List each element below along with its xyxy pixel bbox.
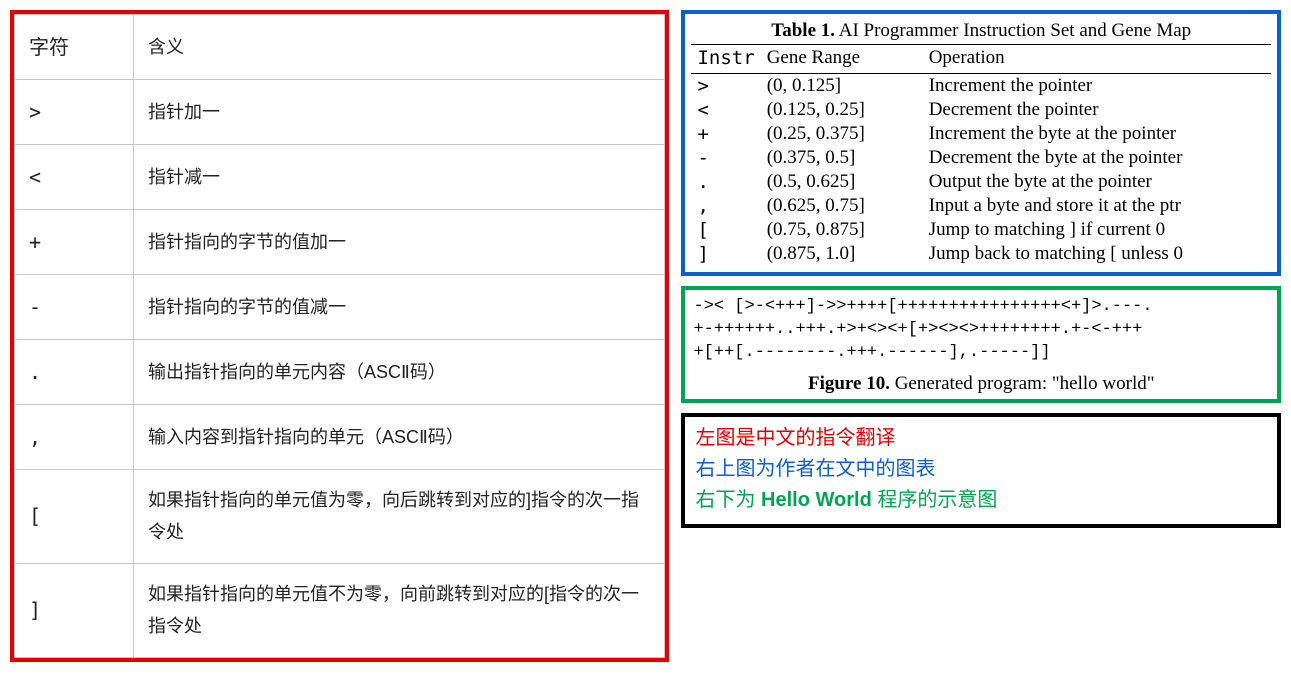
chinese-instruction-table-panel: 字符 含义 >指针加一<指针减一+指针指向的字节的值加一-指针指向的字节的值减一…	[10, 10, 669, 662]
gene-cell-range: (0.75, 0.875]	[761, 218, 923, 242]
legend-panel: 左图是中文的指令翻译 右上图为作者在文中的图表 右下为 Hello World …	[681, 413, 1281, 528]
table-row: ,(0.625, 0.75]Input a byte and store it …	[691, 194, 1271, 218]
gene-cell-op: Decrement the pointer	[923, 98, 1271, 122]
generated-program-caption: Figure 10. Generated program: "hello wor…	[693, 365, 1269, 395]
gene-cell-range: (0.375, 0.5]	[761, 146, 923, 170]
left-cell-symbol: .	[15, 340, 134, 405]
gene-cell-instr: -	[691, 146, 760, 170]
gene-cell-op: Increment the byte at the pointer	[923, 122, 1271, 146]
gene-cell-op: Jump back to matching [ unless 0	[923, 242, 1271, 266]
gene-cell-instr: <	[691, 98, 760, 122]
gene-cell-range: (0.125, 0.25]	[761, 98, 923, 122]
left-cell-symbol: ]	[15, 563, 134, 657]
gene-map-header-instr: Instr	[691, 45, 760, 74]
legend-green-helloworld: Hello World	[761, 489, 872, 511]
legend-green-pre: 右下为	[695, 489, 761, 511]
gene-cell-instr: +	[691, 122, 760, 146]
left-cell-symbol: +	[15, 210, 134, 275]
table-row: <指针减一	[15, 145, 665, 210]
gene-map-caption-rest: AI Programmer Instruction Set and Gene M…	[835, 20, 1191, 41]
gene-cell-instr: .	[691, 170, 760, 194]
legend-line-blue: 右上图为作者在文中的图表	[695, 454, 1267, 485]
gene-cell-op: Increment the pointer	[923, 74, 1271, 99]
left-cell-meaning: 如果指针指向的单元值不为零，向前跳转到对应的[指令的次一指令处	[134, 563, 665, 657]
table-row: +指针指向的字节的值加一	[15, 210, 665, 275]
left-cell-symbol: ,	[15, 405, 134, 470]
table-row: <(0.125, 0.25]Decrement the pointer	[691, 98, 1271, 122]
table-row: ]如果指针指向的单元值不为零，向前跳转到对应的[指令的次一指令处	[15, 563, 665, 657]
gene-cell-op: Input a byte and store it at the ptr	[923, 194, 1271, 218]
gene-cell-op: Jump to matching ] if current 0	[923, 218, 1271, 242]
left-cell-meaning: 指针减一	[134, 145, 665, 210]
table-row: .输出指针指向的单元内容（ASCⅡ码）	[15, 340, 665, 405]
generated-program-caption-rest: Generated program: "hello world"	[890, 373, 1155, 394]
gene-cell-range: (0.875, 1.0]	[761, 242, 923, 266]
table-row: ,输入内容到指针指向的单元（ASCⅡ码）	[15, 405, 665, 470]
left-cell-meaning: 输入内容到指针指向的单元（ASCⅡ码）	[134, 405, 665, 470]
legend-line-red: 左图是中文的指令翻译	[695, 423, 1267, 454]
table-row: .(0.5, 0.625]Output the byte at the poin…	[691, 170, 1271, 194]
table-row: +(0.25, 0.375]Increment the byte at the …	[691, 122, 1271, 146]
left-cell-symbol: -	[15, 275, 134, 340]
gene-map-caption-bold: Table 1.	[771, 20, 835, 41]
table-row: -(0.375, 0.5]Decrement the byte at the p…	[691, 146, 1271, 170]
gene-cell-op: Decrement the byte at the pointer	[923, 146, 1271, 170]
gene-cell-range: (0.25, 0.375]	[761, 122, 923, 146]
gene-cell-instr: [	[691, 218, 760, 242]
table-row: >(0, 0.125]Increment the pointer	[691, 74, 1271, 99]
gene-map-table: Instr Gene Range Operation >(0, 0.125]In…	[691, 45, 1271, 266]
gene-cell-range: (0, 0.125]	[761, 74, 923, 99]
gene-cell-op: Output the byte at the pointer	[923, 170, 1271, 194]
table-row: [(0.75, 0.875]Jump to matching ] if curr…	[691, 218, 1271, 242]
left-cell-symbol: [	[15, 470, 134, 564]
gene-map-header-op: Operation	[923, 45, 1271, 74]
left-cell-symbol: <	[15, 145, 134, 210]
gene-cell-instr: ,	[691, 194, 760, 218]
left-cell-meaning: 指针加一	[134, 80, 665, 145]
left-cell-meaning: 输出指针指向的单元内容（ASCⅡ码）	[134, 340, 665, 405]
left-cell-symbol: >	[15, 80, 134, 145]
legend-green-post: 程序的示意图	[872, 489, 998, 511]
gene-map-table-panel: Table 1. AI Programmer Instruction Set a…	[681, 10, 1281, 276]
left-cell-meaning: 指针指向的字节的值加一	[134, 210, 665, 275]
generated-program-panel: ->< [>-<+++]->>++++[++++++++++++++++<+]>…	[681, 286, 1281, 403]
gene-cell-instr: ]	[691, 242, 760, 266]
left-header-symbol: 字符	[15, 15, 134, 80]
left-cell-meaning: 如果指针指向的单元值为零，向后跳转到对应的]指令的次一指令处	[134, 470, 665, 564]
table-row: ](0.875, 1.0]Jump back to matching [ unl…	[691, 242, 1271, 266]
generated-program-caption-bold: Figure 10.	[808, 373, 890, 394]
chinese-instruction-table: 字符 含义 >指针加一<指针减一+指针指向的字节的值加一-指针指向的字节的值减一…	[14, 14, 665, 658]
table-row: >指针加一	[15, 80, 665, 145]
table-row: -指针指向的字节的值减一	[15, 275, 665, 340]
legend-line-green: 右下为 Hello World 程序的示意图	[695, 485, 1267, 516]
gene-map-header-range: Gene Range	[761, 45, 923, 74]
gene-cell-instr: >	[691, 74, 760, 99]
generated-program-code: ->< [>-<+++]->>++++[++++++++++++++++<+]>…	[693, 296, 1269, 365]
gene-cell-range: (0.625, 0.75]	[761, 194, 923, 218]
gene-cell-range: (0.5, 0.625]	[761, 170, 923, 194]
left-header-meaning: 含义	[134, 15, 665, 80]
left-cell-meaning: 指针指向的字节的值减一	[134, 275, 665, 340]
table-row: [如果指针指向的单元值为零，向后跳转到对应的]指令的次一指令处	[15, 470, 665, 564]
gene-map-caption: Table 1. AI Programmer Instruction Set a…	[691, 16, 1271, 45]
